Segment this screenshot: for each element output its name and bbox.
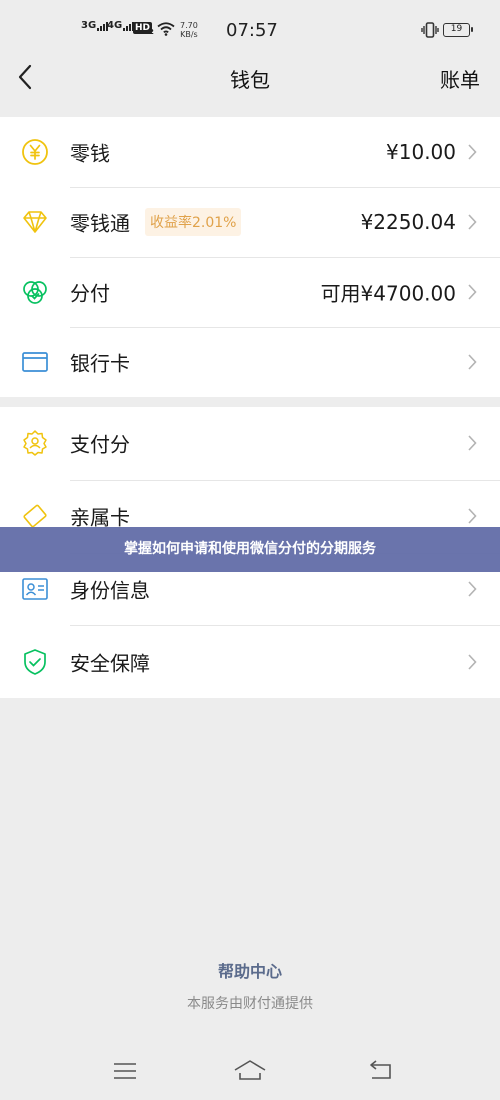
yuan-circle-icon: [22, 139, 48, 165]
yield-rate-badge: 收益率2.01%: [145, 208, 242, 236]
nav-bar: 钱包 账单: [0, 56, 500, 100]
chevron-right-icon: [468, 508, 477, 524]
help-center-link[interactable]: 帮助中心: [0, 958, 500, 982]
chevron-right-icon: [468, 435, 477, 451]
signal-sim1: 3G: [81, 20, 109, 31]
list-item-fenfu[interactable]: 分付 可用¥4700.00: [0, 257, 500, 327]
page-title: 钱包: [230, 68, 270, 92]
bank-card-icon: [22, 352, 48, 372]
shield-icon: [24, 648, 46, 675]
chevron-right-icon: [468, 144, 477, 160]
hd-voice-sub: 2: [149, 28, 154, 36]
chevron-right-icon: [468, 354, 477, 370]
menu-icon[interactable]: [110, 1058, 140, 1084]
vibrate-icon: [421, 22, 439, 38]
list-item-pay-score[interactable]: 支付分: [0, 407, 500, 480]
item-label: 安全保障: [70, 651, 150, 676]
item-label: 零钱: [70, 141, 110, 166]
list-item-lingqiantong[interactable]: 零钱通 收益率2.01% ¥2250.04: [0, 187, 500, 257]
network-type-sim2: 4G: [107, 20, 123, 31]
id-card-icon: [22, 578, 48, 600]
item-value: ¥10.00: [386, 140, 456, 164]
signal-sim2: 4G: [107, 20, 135, 31]
status-bar: 3G 4G HD 2 7.70 KB/s 07:57 19: [0, 0, 500, 56]
wallet-balance-list: 零钱 ¥10.00 零钱通 收益率2.01% ¥2250.04 分付 可用¥47…: [0, 117, 500, 397]
chevron-right-icon: [468, 654, 477, 670]
network-speed: 7.70 KB/s: [180, 21, 198, 39]
speed-unit: KB/s: [180, 30, 198, 39]
list-item-security[interactable]: 安全保障: [0, 625, 500, 698]
list-item-bank-card[interactable]: 银行卡: [0, 327, 500, 397]
system-nav-bar: [0, 1050, 500, 1094]
chevron-right-icon: [468, 284, 477, 300]
list-item-change[interactable]: 零钱 ¥10.00: [0, 117, 500, 187]
bills-link[interactable]: 账单: [440, 64, 480, 93]
clock: 07:57: [226, 20, 278, 41]
wifi-icon: [157, 22, 175, 36]
item-label: 身份信息: [70, 578, 150, 603]
chevron-right-icon: [468, 214, 477, 230]
network-type-sim1: 3G: [81, 20, 97, 31]
chevron-right-icon: [468, 581, 477, 597]
fenfu-icon: [23, 281, 47, 304]
home-icon[interactable]: [233, 1058, 267, 1084]
battery-icon: 19: [443, 23, 473, 37]
item-value: 可用¥4700.00: [320, 281, 456, 306]
pay-score-icon: [23, 430, 47, 457]
service-provider-note: 本服务由财付通提供: [187, 996, 313, 1012]
item-label: 分付: [70, 281, 110, 306]
back-return-icon[interactable]: [366, 1058, 396, 1084]
item-label: 银行卡: [70, 351, 130, 376]
speed-value: 7.70: [180, 21, 198, 30]
item-label: 支付分: [70, 432, 130, 457]
article-title-banner: 掌握如何申请和使用微信分付的分期服务: [0, 527, 500, 572]
item-label: 零钱通: [70, 211, 130, 236]
diamond-icon: [23, 211, 47, 233]
item-value: ¥2250.04: [360, 210, 456, 234]
